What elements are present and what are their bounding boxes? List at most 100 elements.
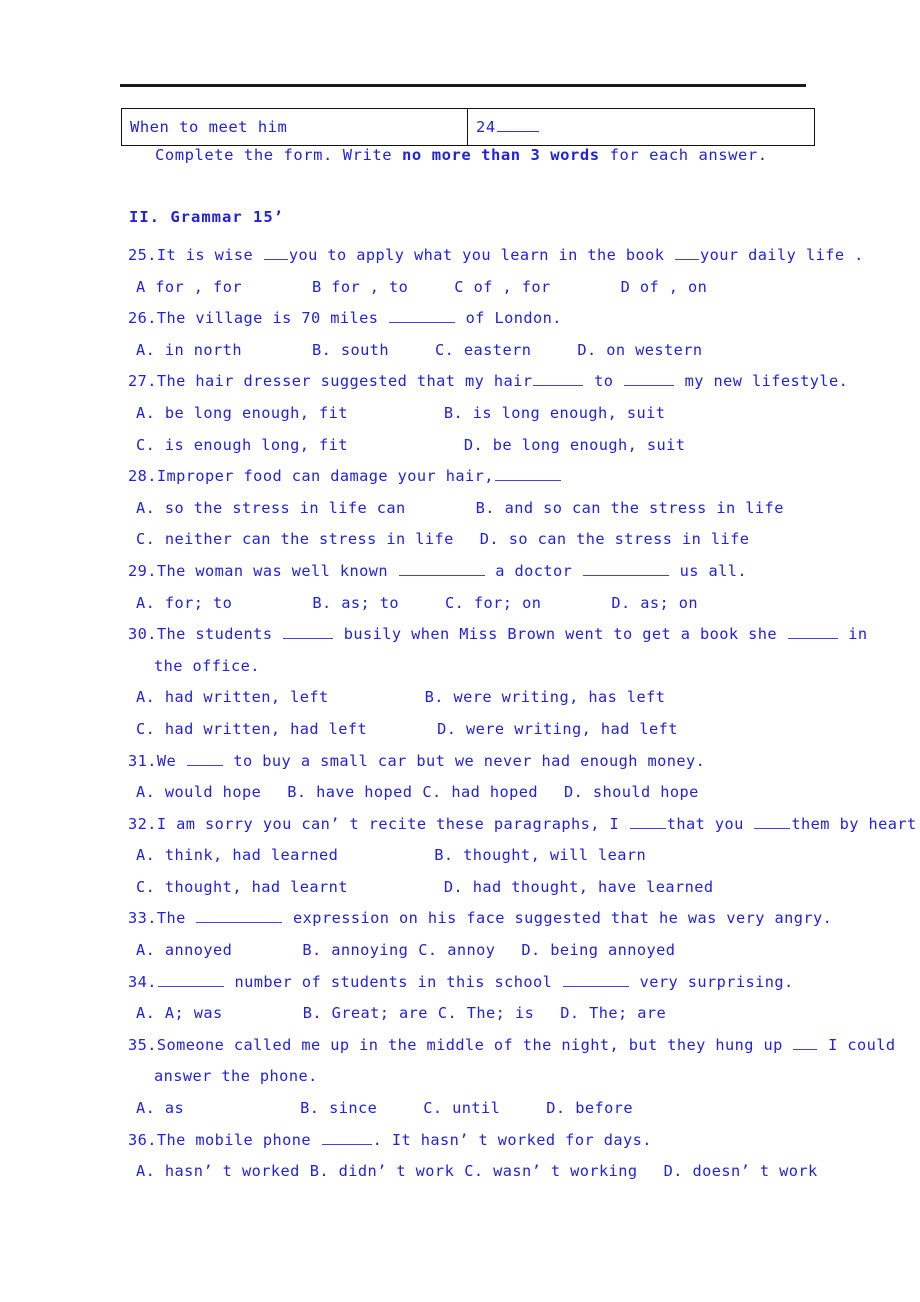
option-text[interactable]: south	[341, 341, 389, 359]
option-text[interactable]: neither can the stress in life	[165, 530, 454, 548]
option-label[interactable]: C.	[423, 1099, 442, 1117]
option-label[interactable]: A.	[136, 941, 155, 959]
option-label[interactable]: A.	[136, 1099, 155, 1117]
answer-blank[interactable]	[754, 817, 791, 829]
option-label[interactable]: A.	[136, 341, 155, 359]
option-text[interactable]: The; is	[467, 1004, 534, 1022]
option-label[interactable]: D.	[611, 594, 630, 612]
option-label[interactable]: C.	[445, 594, 464, 612]
option-label[interactable]: A	[136, 278, 146, 296]
option-text[interactable]: since	[329, 1099, 377, 1117]
option-label[interactable]: C.	[136, 878, 155, 896]
option-text[interactable]: as; on	[640, 594, 698, 612]
answer-blank[interactable]	[157, 975, 224, 987]
option-label[interactable]: B.	[312, 594, 331, 612]
answer-blank[interactable]	[793, 1038, 818, 1050]
option-label[interactable]: C.	[435, 341, 454, 359]
option-text[interactable]: wasn’ t working	[493, 1162, 637, 1180]
option-label[interactable]: C.	[418, 941, 437, 959]
option-text[interactable]: is long enough, suit	[473, 404, 666, 422]
answer-blank[interactable]	[186, 754, 223, 766]
option-text[interactable]: think, had learned	[165, 846, 338, 864]
option-text[interactable]: The; are	[589, 1004, 666, 1022]
option-label[interactable]: C.	[422, 783, 441, 801]
option-text[interactable]: should hope	[593, 783, 699, 801]
option-text[interactable]: on western	[606, 341, 702, 359]
option-label[interactable]: D.	[564, 783, 583, 801]
option-text[interactable]: of , on	[640, 278, 707, 296]
option-label[interactable]: D.	[521, 941, 540, 959]
answer-blank[interactable]	[623, 374, 674, 387]
option-label[interactable]: C.	[464, 1162, 483, 1180]
option-text[interactable]: for; to	[165, 594, 232, 612]
option-text[interactable]: had thought, have learned	[473, 878, 714, 896]
option-text[interactable]: were writing, had left	[466, 720, 678, 738]
option-text[interactable]: had written, had left	[165, 720, 367, 738]
answer-blank[interactable]	[496, 119, 539, 132]
option-label[interactable]: B.	[300, 1099, 319, 1117]
answer-blank[interactable]	[283, 627, 334, 640]
option-text[interactable]: for , to	[331, 278, 408, 296]
option-label[interactable]: A.	[136, 594, 155, 612]
option-label[interactable]: C.	[136, 436, 155, 454]
option-text[interactable]: so the stress in life can	[165, 499, 406, 517]
option-text[interactable]: annoyed	[165, 941, 232, 959]
option-label[interactable]: D.	[437, 720, 456, 738]
option-label[interactable]: A.	[136, 846, 155, 864]
option-label[interactable]: C.	[136, 720, 155, 738]
option-text[interactable]: hasn’ t worked	[165, 1162, 300, 1180]
option-label[interactable]: B.	[476, 499, 495, 517]
option-text[interactable]: being annoyed	[550, 941, 675, 959]
option-text[interactable]: as	[165, 1099, 184, 1117]
option-label[interactable]: D.	[560, 1004, 579, 1022]
answer-blank[interactable]	[562, 975, 629, 987]
option-label[interactable]: D.	[464, 436, 483, 454]
answer-blank[interactable]	[263, 248, 288, 260]
option-label[interactable]: D.	[444, 878, 463, 896]
option-label[interactable]: B	[312, 278, 322, 296]
answer-blank[interactable]	[629, 817, 666, 829]
answer-blank[interactable]	[398, 564, 485, 576]
option-text[interactable]: would hope	[165, 783, 261, 801]
option-label[interactable]: C.	[136, 530, 155, 548]
answer-blank[interactable]	[196, 911, 283, 924]
option-text[interactable]: were writing, has left	[454, 688, 666, 706]
option-text[interactable]: had hoped	[451, 783, 538, 801]
option-text[interactable]: be long enough, suit	[493, 436, 686, 454]
option-label[interactable]: D	[621, 278, 631, 296]
option-text[interactable]: be long enough, fit	[165, 404, 348, 422]
option-text[interactable]: is enough long, fit	[165, 436, 348, 454]
option-label[interactable]: B.	[310, 1162, 329, 1180]
option-text[interactable]: before	[575, 1099, 633, 1117]
option-text[interactable]: didn’ t work	[339, 1162, 455, 1180]
option-label[interactable]: D.	[664, 1162, 683, 1180]
option-label[interactable]: A.	[136, 499, 155, 517]
option-text[interactable]: annoy	[447, 941, 495, 959]
option-label[interactable]: D.	[546, 1099, 565, 1117]
option-text[interactable]: in north	[165, 341, 242, 359]
option-label[interactable]: B.	[302, 941, 321, 959]
option-label[interactable]: A.	[136, 783, 155, 801]
option-label[interactable]: B.	[312, 341, 331, 359]
option-text[interactable]: had written, left	[165, 688, 329, 706]
option-text[interactable]: Great; are	[332, 1004, 428, 1022]
option-text[interactable]: so can the stress in life	[509, 530, 750, 548]
option-label[interactable]: B.	[425, 688, 444, 706]
option-text[interactable]: thought, will learn	[463, 846, 646, 864]
option-label[interactable]: B.	[444, 404, 463, 422]
option-label[interactable]: B.	[303, 1004, 322, 1022]
answer-blank[interactable]	[321, 1133, 372, 1145]
option-label[interactable]: A.	[136, 688, 155, 706]
option-label[interactable]: C	[454, 278, 464, 296]
option-label[interactable]: D.	[577, 341, 596, 359]
answer-blank[interactable]	[389, 311, 455, 324]
answer-blank[interactable]	[494, 469, 561, 482]
answer-blank[interactable]	[675, 248, 700, 260]
option-text[interactable]: have hoped	[316, 783, 412, 801]
answer-blank[interactable]	[533, 374, 584, 387]
answer-blank[interactable]	[582, 564, 669, 576]
option-text[interactable]: as; to	[341, 594, 399, 612]
option-text[interactable]: A; was	[165, 1004, 223, 1022]
option-label[interactable]: A.	[136, 404, 155, 422]
option-text[interactable]: and so can the stress in life	[505, 499, 784, 517]
